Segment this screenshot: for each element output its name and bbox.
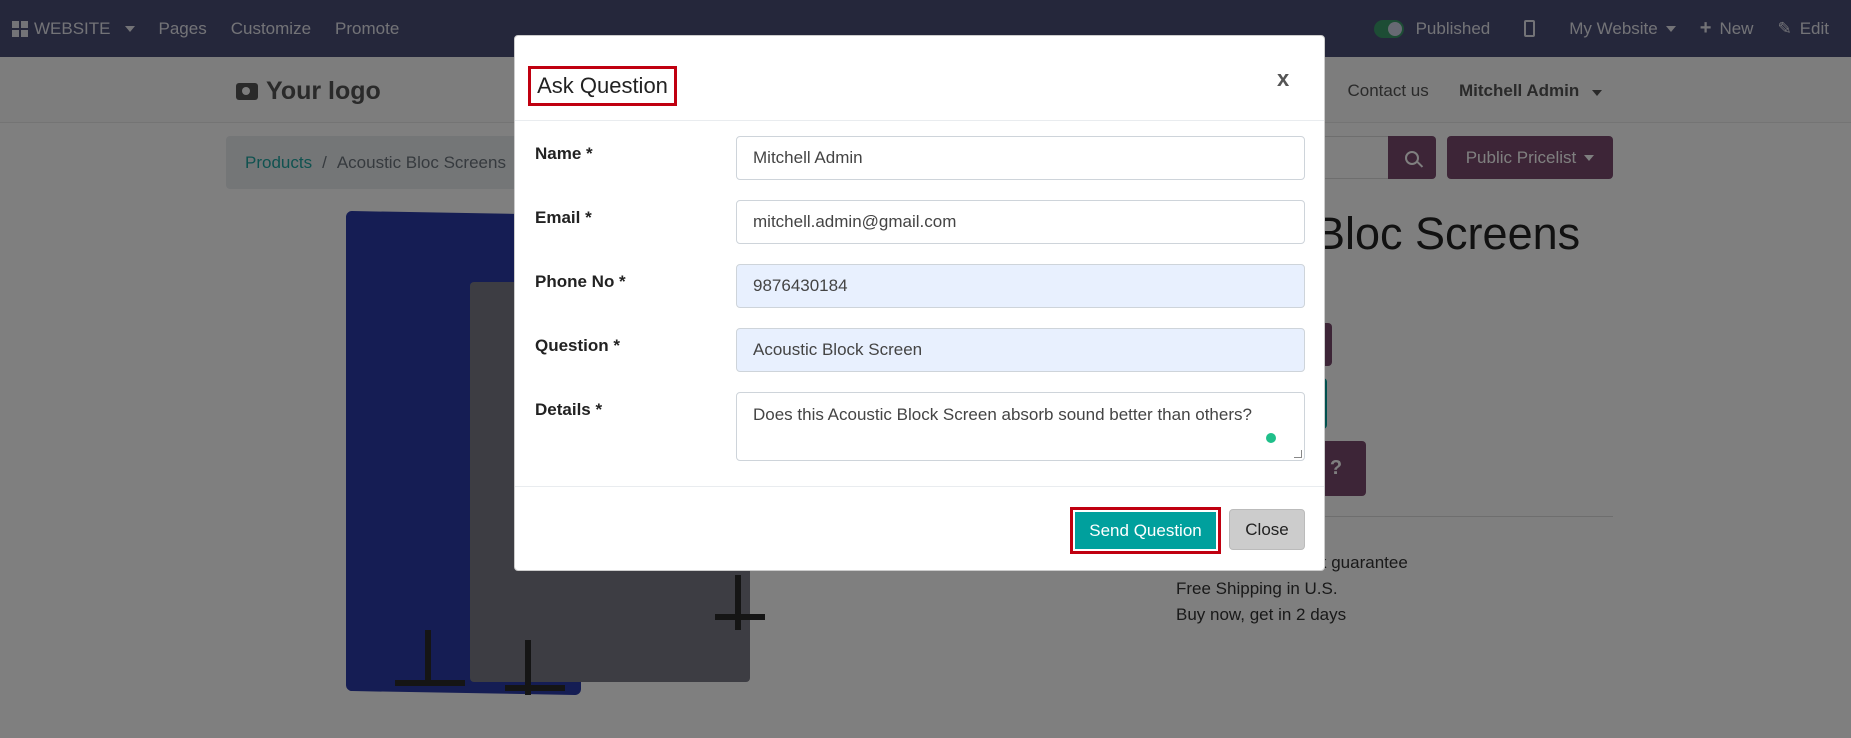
question-label: Question * <box>535 336 621 355</box>
send-question-button[interactable]: Send Question <box>1070 507 1221 554</box>
modal-header: Ask Question x <box>515 36 1324 121</box>
details-text: Does this Acoustic Block Screen absorb s… <box>753 405 1252 424</box>
name-field[interactable]: Mitchell Admin <box>736 136 1305 180</box>
modal-title: Ask Question <box>528 66 677 106</box>
close-button[interactable]: Close <box>1229 509 1305 550</box>
phone-field[interactable]: 9876430184 <box>736 264 1305 308</box>
question-field[interactable]: Acoustic Block Screen <box>736 328 1305 372</box>
email-label: Email * <box>535 208 592 227</box>
phone-label: Phone No * <box>535 272 626 291</box>
name-label: Name * <box>535 144 593 163</box>
ask-question-dialog: Ask Question x Name * Mitchell Admin Ema… <box>514 35 1325 571</box>
close-icon[interactable]: x <box>1277 68 1289 90</box>
modal-footer: Send Question Close <box>515 486 1324 572</box>
details-textarea[interactable]: Does this Acoustic Block Screen absorb s… <box>736 392 1305 461</box>
details-label: Details * <box>535 400 603 419</box>
grammar-indicator-icon <box>1266 433 1276 443</box>
resize-handle-icon[interactable] <box>1294 450 1302 458</box>
email-field[interactable]: mitchell.admin@gmail.com <box>736 200 1305 244</box>
